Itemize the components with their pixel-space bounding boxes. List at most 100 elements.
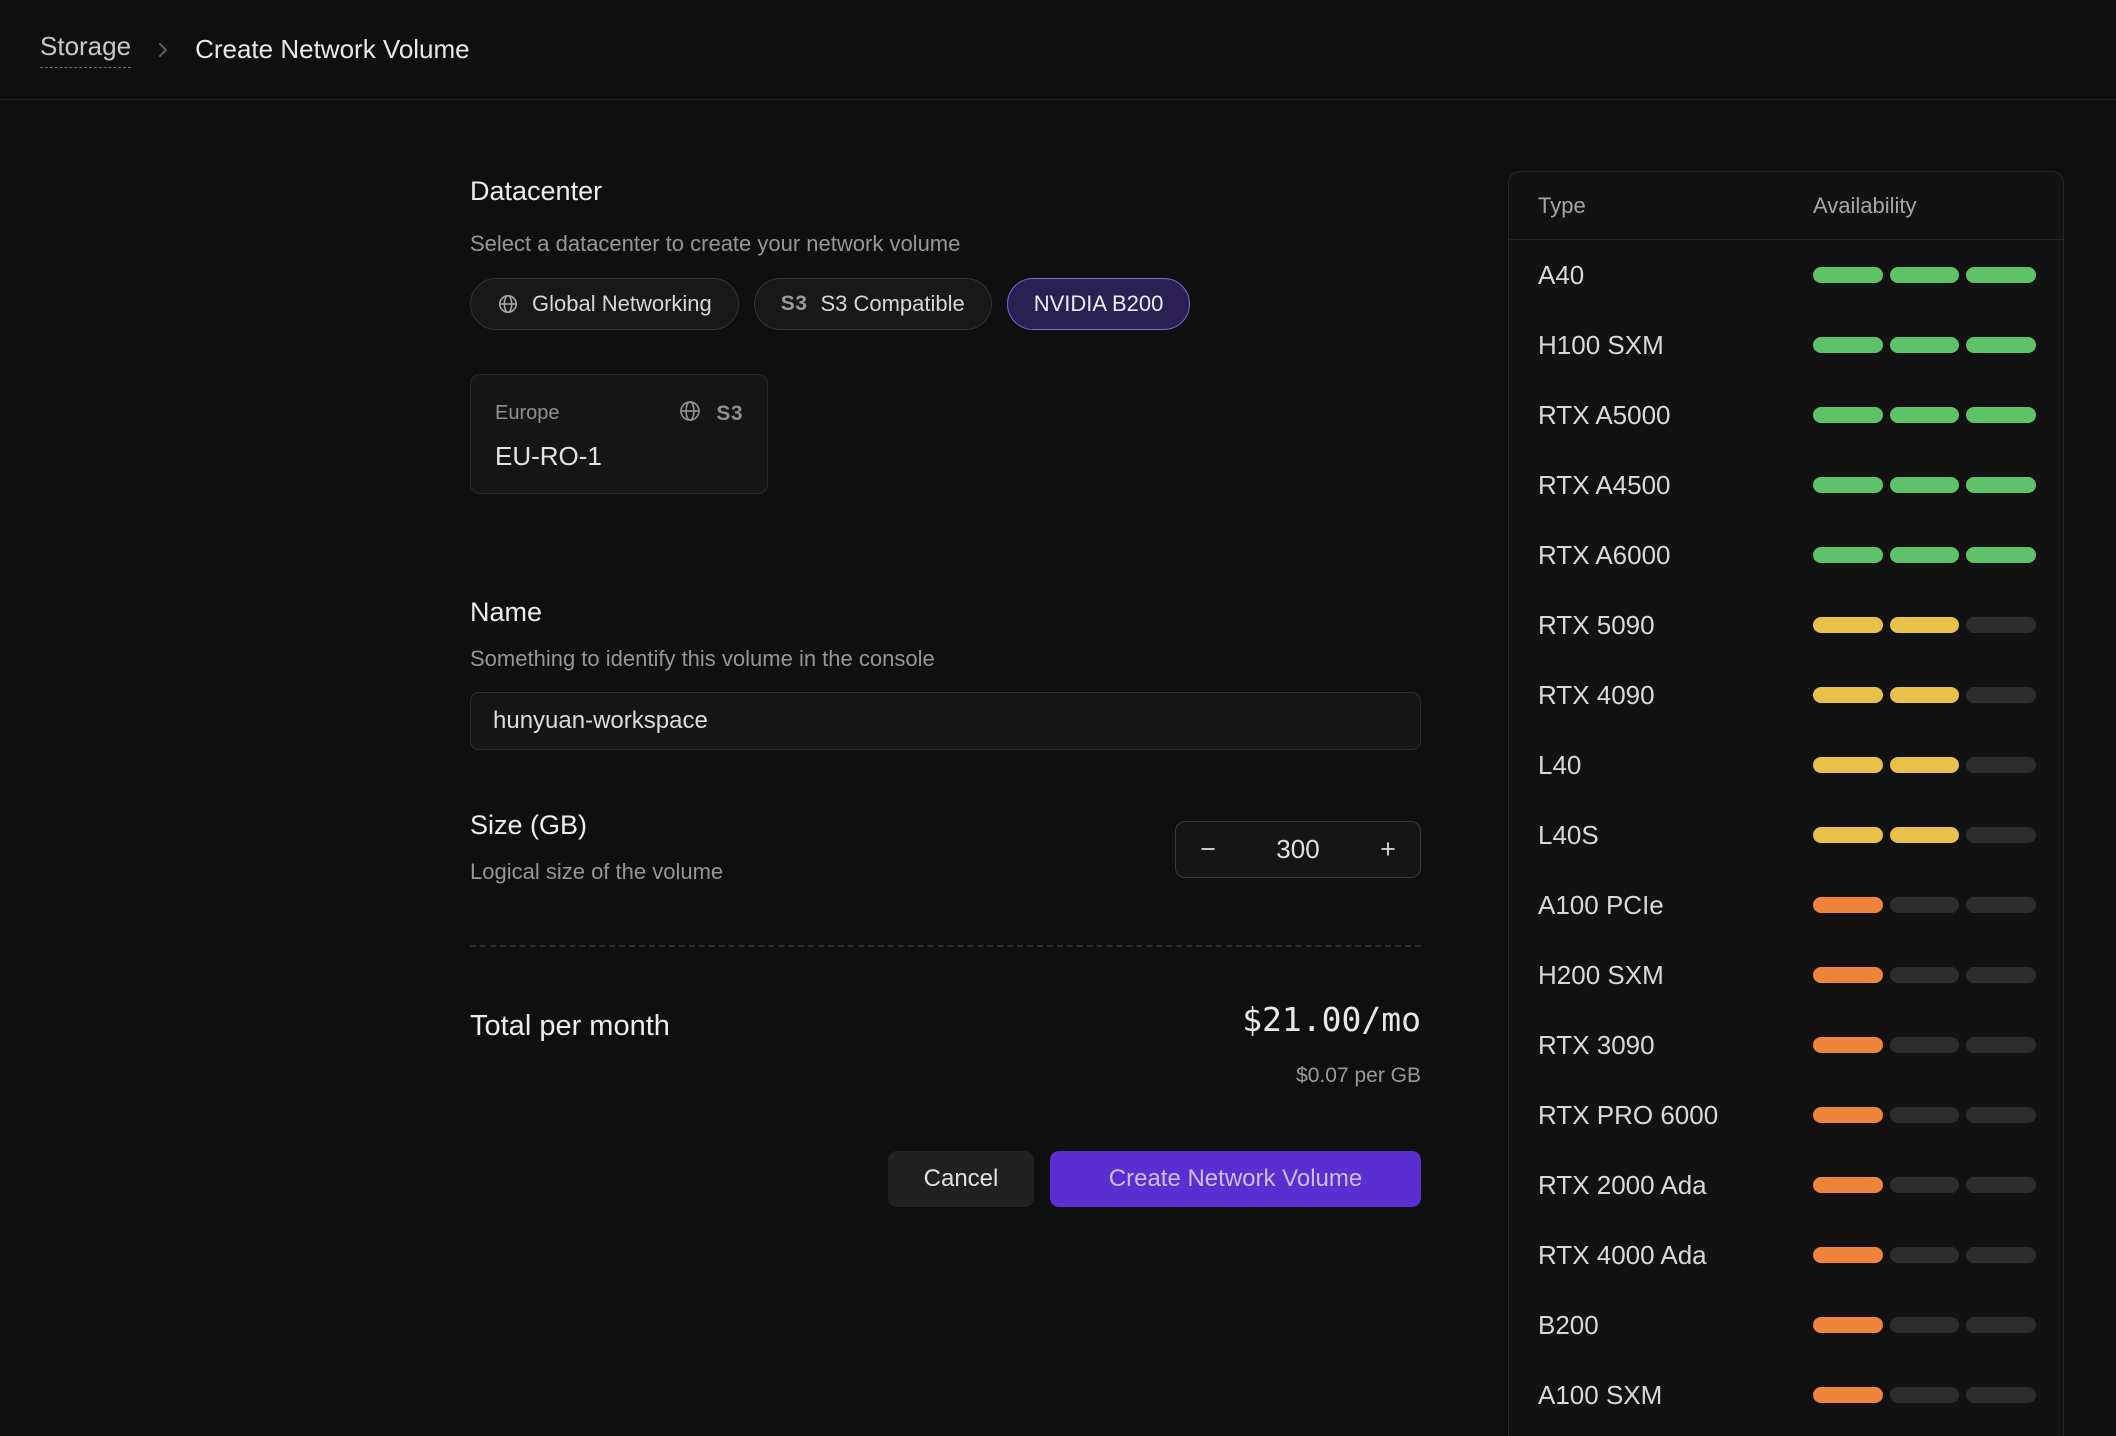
gpu-availability-row: H100 SXM [1509, 310, 2063, 380]
availability-pill [1890, 1037, 1960, 1053]
availability-pill [1813, 1177, 1883, 1193]
name-title: Name [470, 597, 542, 628]
availability-pill [1890, 617, 1960, 633]
filter-chip-label: S3 Compatible [820, 291, 964, 317]
availability-pill [1813, 967, 1883, 983]
size-decrement-button[interactable]: − [1186, 822, 1230, 877]
availability-pill [1890, 757, 1960, 773]
availability-pill [1966, 1177, 2036, 1193]
gpu-availability-row: RTX 4090 [1509, 660, 2063, 730]
gpu-availability-row: B200 [1509, 1290, 2063, 1360]
availability-pill [1966, 1317, 2036, 1333]
type-column-header: Type [1538, 193, 1813, 219]
gpu-availability-row: RTX A6000 [1509, 520, 2063, 590]
volume-name-input[interactable] [470, 692, 1421, 750]
availability-pill [1966, 1037, 2036, 1053]
gpu-type-label: A100 PCIe [1538, 890, 1813, 921]
availability-meter [1813, 267, 2036, 283]
gpu-availability-row: A100 PCIe [1509, 870, 2063, 940]
gpu-availability-row: H200 SXM [1509, 940, 2063, 1010]
gpu-type-label: RTX 4090 [1538, 680, 1813, 711]
gpu-type-label: RTX 3090 [1538, 1030, 1813, 1061]
availability-pill [1966, 897, 2036, 913]
s3-badge: S3 [716, 402, 743, 426]
gpu-availability-row: L40 [1509, 730, 2063, 800]
datacenter-card[interactable]: Europe S3 EU-RO-1 [470, 374, 768, 494]
availability-pill [1966, 687, 2036, 703]
datacenter-subtitle: Select a datacenter to create your netwo… [470, 231, 960, 257]
gpu-availability-row: RTX PRO 6000 [1509, 1080, 2063, 1150]
availability-pill [1966, 1107, 2036, 1123]
size-title: Size (GB) [470, 810, 587, 841]
availability-pill [1813, 477, 1883, 493]
availability-pill [1813, 757, 1883, 773]
filter-chip-s3-compatible[interactable]: S3 S3 Compatible [754, 278, 992, 330]
gpu-type-label: A40 [1538, 260, 1813, 291]
size-value[interactable]: 300 [1276, 834, 1319, 865]
create-network-volume-form: Datacenter Select a datacenter to create… [470, 0, 1421, 1436]
gpu-availability-row: RTX 4000 Ada [1509, 1220, 2063, 1290]
availability-meter [1813, 617, 2036, 633]
availability-meter [1813, 827, 2036, 843]
availability-pill [1813, 1247, 1883, 1263]
availability-pill [1966, 757, 2036, 773]
availability-pill [1966, 1387, 2036, 1403]
availability-pill [1813, 1387, 1883, 1403]
availability-meter [1813, 1317, 2036, 1333]
availability-pill [1890, 547, 1960, 563]
availability-meter [1813, 1177, 2036, 1193]
create-network-volume-button[interactable]: Create Network Volume [1050, 1151, 1421, 1207]
availability-meter [1813, 1107, 2036, 1123]
availability-meter [1813, 757, 2036, 773]
gpu-availability-row: A40 [1509, 240, 2063, 310]
availability-meter [1813, 477, 2036, 493]
section-divider [470, 945, 1421, 947]
gpu-type-label: H100 SXM [1538, 330, 1813, 361]
gpu-type-label: L40S [1538, 820, 1813, 851]
gpu-type-label: RTX A6000 [1538, 540, 1813, 571]
cancel-button[interactable]: Cancel [888, 1151, 1034, 1207]
gpu-availability-row: RTX A5000 [1509, 380, 2063, 450]
filter-chip-global-networking[interactable]: Global Networking [470, 278, 739, 330]
availability-meter [1813, 1247, 2036, 1263]
availability-meter [1813, 407, 2036, 423]
filter-chip-nvidia-b200[interactable]: NVIDIA B200 [1007, 278, 1191, 330]
availability-pill [1890, 1387, 1960, 1403]
availability-column-header: Availability [1813, 193, 2036, 219]
gpu-availability-row: RTX 2000 Ada [1509, 1150, 2063, 1220]
gpu-availability-row: RTX 5090 [1509, 590, 2063, 660]
form-actions: Cancel Create Network Volume [888, 1151, 1421, 1207]
gpu-type-label: A100 SXM [1538, 1380, 1813, 1411]
availability-meter [1813, 897, 2036, 913]
availability-pill [1813, 547, 1883, 563]
gpu-availability-row: RTX 3090 [1509, 1010, 2063, 1080]
availability-pill [1890, 827, 1960, 843]
availability-pill [1890, 337, 1960, 353]
availability-pill [1966, 477, 2036, 493]
datacenter-title: Datacenter [470, 176, 602, 207]
gpu-type-label: RTX 5090 [1538, 610, 1813, 641]
availability-meter [1813, 967, 2036, 983]
gpu-type-label: L40 [1538, 750, 1813, 781]
globe-icon [497, 293, 519, 315]
gpu-type-label: RTX PRO 6000 [1538, 1100, 1813, 1131]
availability-pill [1813, 267, 1883, 283]
availability-pill [1813, 1317, 1883, 1333]
gpu-type-label: RTX 4000 Ada [1538, 1240, 1813, 1271]
availability-pill [1813, 687, 1883, 703]
unit-price: $0.07 per GB [1296, 1064, 1421, 1088]
total-price: $21.00/mo [1242, 1000, 1421, 1039]
availability-pill [1813, 407, 1883, 423]
breadcrumb: Storage Create Network Volume [40, 31, 470, 68]
name-subtitle: Something to identify this volume in the… [470, 646, 935, 672]
size-increment-button[interactable]: + [1366, 822, 1410, 877]
availability-pill [1813, 617, 1883, 633]
availability-pill [1966, 547, 2036, 563]
availability-pill [1890, 1247, 1960, 1263]
availability-meter [1813, 1037, 2036, 1053]
gpu-availability-row: A100 SXM [1509, 1360, 2063, 1430]
availability-pill [1966, 337, 2036, 353]
breadcrumb-storage-link[interactable]: Storage [40, 31, 131, 68]
s3-icon: S3 [781, 292, 808, 316]
availability-pill [1890, 687, 1960, 703]
